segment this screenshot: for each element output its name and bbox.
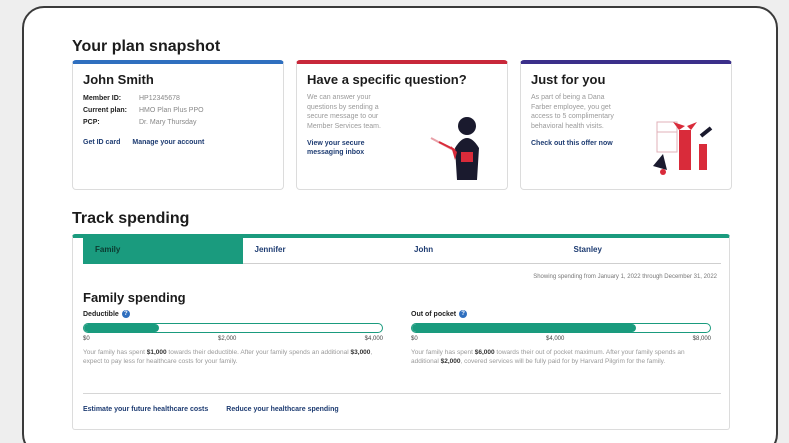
question-card-title: Have a specific question? bbox=[307, 72, 467, 87]
oop-spent: $6,000 bbox=[474, 349, 495, 356]
spending-tabs: Family Jennifer John Stanley bbox=[83, 238, 721, 264]
person-megaphone-illustration bbox=[430, 117, 479, 180]
offer-card-body: As part of being a Dana Farber employee,… bbox=[531, 94, 614, 130]
deductible-meter: Deductible? $0 $2,000 $4,000 Your family… bbox=[83, 310, 383, 366]
deductible-label: Deductible bbox=[83, 310, 119, 318]
pcp-label: PCP: bbox=[83, 119, 100, 126]
member-name: John Smith bbox=[83, 72, 154, 87]
offer-link[interactable]: Check out this offer now bbox=[531, 139, 621, 148]
oop-remaining: $2,000 bbox=[440, 358, 461, 365]
deductible-track bbox=[83, 323, 383, 333]
pcp-value: Dr. Mary Thursday bbox=[139, 119, 197, 126]
deductible-remaining: $3,000 bbox=[350, 349, 371, 356]
oop-tick-min: $0 bbox=[411, 336, 418, 342]
tab-stanley[interactable]: Stanley bbox=[561, 238, 721, 264]
estimate-costs-link[interactable]: Estimate your future healthcare costs bbox=[83, 406, 208, 413]
deductible-tick-min: $0 bbox=[83, 336, 90, 342]
out-of-pocket-description: Your family has spent $6,000 towards the… bbox=[411, 349, 685, 365]
help-icon[interactable]: ? bbox=[121, 310, 130, 318]
secure-messaging-link[interactable]: View your secure messaging inbox bbox=[307, 139, 397, 157]
current-plan-row: Current plan: HMO Plan Plus PPO bbox=[83, 105, 273, 117]
out-of-pocket-meter: Out of pocket? $0 $4,000 $8,000 Your fam… bbox=[411, 310, 711, 366]
reduce-spending-link[interactable]: Reduce your healthcare spending bbox=[226, 406, 338, 413]
deductible-spent: $1,000 bbox=[146, 349, 167, 356]
date-range-note: Showing spending from January 1, 2022 th… bbox=[533, 274, 717, 280]
help-icon[interactable]: ? bbox=[459, 310, 468, 318]
gift-illustration bbox=[653, 121, 713, 175]
current-plan-value: HMO Plan Plus PPO bbox=[139, 107, 204, 114]
deductible-fill bbox=[84, 324, 159, 332]
pcp-row: PCP: Dr. Mary Thursday bbox=[83, 117, 273, 129]
current-plan-label: Current plan: bbox=[83, 107, 127, 114]
member-id-row: Member ID: HP12345678 bbox=[83, 93, 273, 105]
deductible-tick-mid: $2,000 bbox=[217, 336, 237, 342]
track-spending-title: Track spending bbox=[72, 210, 190, 227]
member-id-value: HP12345678 bbox=[139, 95, 180, 102]
question-card: Have a specific question? We can answer … bbox=[296, 60, 508, 190]
deductible-tick-max: $4,000 bbox=[364, 336, 383, 342]
oop-tick-max: $8,000 bbox=[692, 336, 711, 342]
offer-card-title: Just for you bbox=[531, 72, 606, 87]
spending-panel: Family Jennifer John Stanley Showing spe… bbox=[72, 234, 730, 430]
out-of-pocket-fill bbox=[412, 324, 636, 332]
deductible-description: Your family has spent $1,000 towards the… bbox=[83, 349, 373, 365]
tab-jennifer[interactable]: Jennifer bbox=[242, 238, 402, 264]
page-frame: Your plan snapshot John Smith Member ID:… bbox=[22, 6, 778, 443]
offer-card: Just for you As part of being a Dana Far… bbox=[520, 60, 732, 190]
tab-john[interactable]: John bbox=[402, 238, 562, 264]
member-card: John Smith Member ID: HP12345678 Current… bbox=[72, 60, 284, 190]
oop-tick-mid: $4,000 bbox=[545, 336, 565, 342]
divider bbox=[83, 393, 721, 394]
manage-account-link[interactable]: Manage your account bbox=[132, 139, 204, 146]
snapshot-title: Your plan snapshot bbox=[72, 38, 221, 55]
out-of-pocket-label: Out of pocket bbox=[411, 310, 457, 318]
tab-family[interactable]: Family bbox=[83, 238, 243, 264]
out-of-pocket-track bbox=[411, 323, 711, 333]
member-id-label: Member ID: bbox=[83, 95, 122, 102]
family-spending-title: Family spending bbox=[83, 290, 186, 305]
get-id-card-link[interactable]: Get ID card bbox=[83, 139, 120, 146]
question-card-body: We can answer your questions by sending … bbox=[307, 94, 381, 130]
